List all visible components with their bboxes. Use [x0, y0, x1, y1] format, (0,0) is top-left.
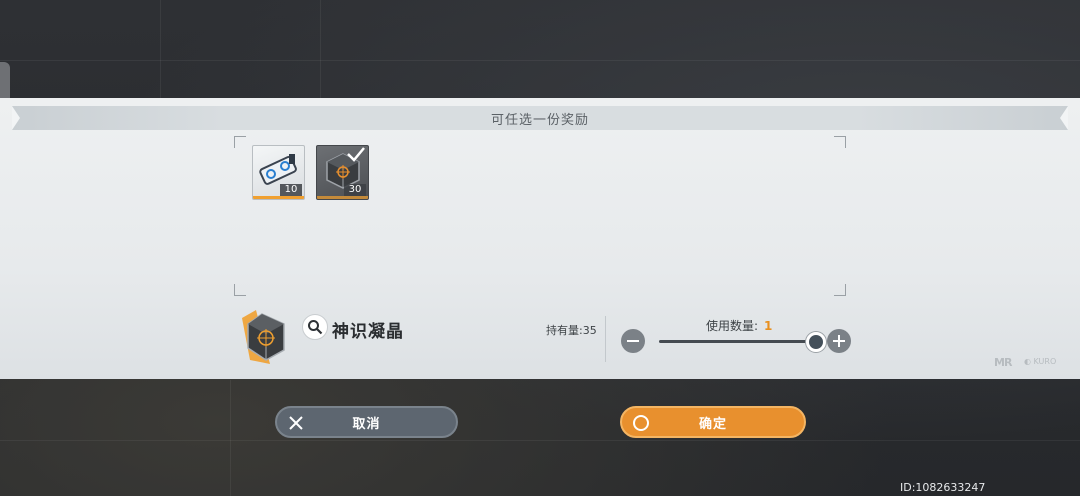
minus-icon	[627, 340, 639, 342]
data-chip-icon	[259, 154, 297, 185]
frame-corner	[834, 136, 846, 148]
user-id: ID:1082633247	[900, 481, 986, 494]
divider	[605, 316, 606, 362]
reward-count: 10	[280, 184, 302, 196]
plus-icon	[838, 335, 840, 347]
hold-amount: 持有量:35	[546, 324, 597, 337]
frame-corner	[834, 284, 846, 296]
quantity-slider-thumb[interactable]	[806, 332, 826, 352]
search-icon	[308, 320, 323, 335]
crystal-cube-icon	[242, 310, 285, 364]
frame-corner	[234, 136, 246, 148]
reward-option-2[interactable]: 30	[316, 145, 369, 200]
quantity-value: 1	[764, 319, 773, 333]
cancel-label: 取消	[352, 416, 381, 432]
mr-logo: MR	[994, 356, 1012, 369]
circle-icon	[632, 414, 650, 432]
close-icon	[289, 416, 303, 430]
checkmark-icon	[347, 147, 365, 162]
reward-select-panel: 可任选一份奖励 10 30 神识凝晶 持有量:35 使用数量: 1 MR ◐ K…	[0, 98, 1080, 379]
item-detail-button[interactable]	[302, 314, 328, 340]
item-name: 神识凝晶	[332, 322, 404, 342]
quantity-label: 使用数量: 1	[706, 319, 773, 333]
kuro-logo: ◐ KURO	[1024, 357, 1057, 366]
quantity-slider-track[interactable]	[659, 340, 819, 343]
panel-title-bar: 可任选一份奖励	[12, 106, 1068, 130]
confirm-label: 确定	[698, 416, 727, 432]
cancel-button[interactable]: 取消	[275, 406, 458, 438]
increase-button[interactable]	[827, 329, 851, 353]
confirm-button[interactable]: 确定	[620, 406, 806, 438]
reward-count: 30	[344, 184, 366, 196]
panel-title: 可任选一份奖励	[490, 112, 589, 128]
decrease-button[interactable]	[621, 329, 645, 353]
reward-option-1[interactable]: 10	[252, 145, 305, 200]
frame-corner	[234, 284, 246, 296]
